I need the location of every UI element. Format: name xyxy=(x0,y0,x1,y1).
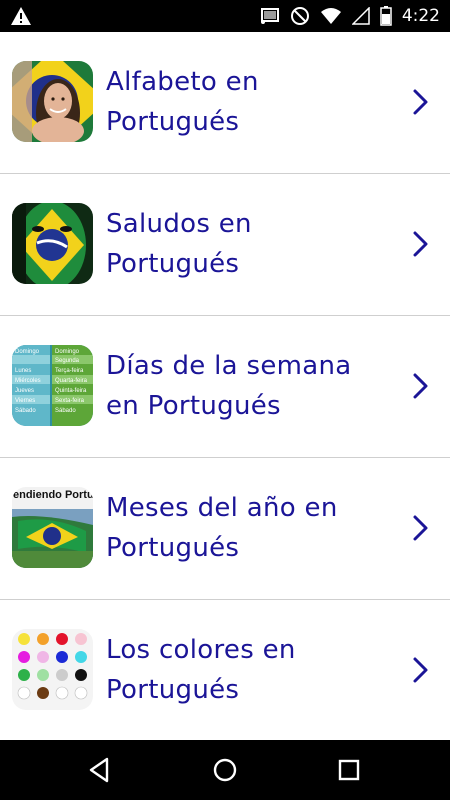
weekday-text: Quinta-feira xyxy=(55,388,87,394)
list-item-label: Los colores en Portugués xyxy=(106,635,296,705)
back-icon[interactable] xyxy=(82,752,118,788)
list-item-label: Meses del año en Portugués xyxy=(106,493,338,563)
weekday-text: Terça-feira xyxy=(55,368,84,374)
weekday-text: Jueves xyxy=(15,388,34,394)
navigation-bar xyxy=(0,740,450,800)
list-item-dias[interactable]: Domingo Lunes Miércoles Jueves Viernes S… xyxy=(0,316,450,458)
chevron-right-icon xyxy=(413,89,428,115)
home-icon[interactable] xyxy=(207,752,243,788)
list-item-label: Alfabeto en Portugués xyxy=(106,67,259,137)
weekday-text: Sexta-feira xyxy=(55,398,85,404)
weekday-text: Miércoles xyxy=(15,378,41,384)
weekday-text: Viernes xyxy=(15,398,35,404)
girl-brazil-flag-thumbnail xyxy=(12,61,93,142)
status-time: 4:22 xyxy=(401,6,440,26)
chevron-right-icon xyxy=(413,373,428,399)
list-item-label: Saludos en Portugués xyxy=(106,209,252,279)
recents-icon[interactable] xyxy=(331,752,367,788)
thumbnail-text: endiendo Portugu xyxy=(13,489,93,501)
list-item-label: Días de la semana en Portugués xyxy=(106,351,352,421)
weekday-text: Sábado xyxy=(55,408,76,414)
list-item-alfabeto[interactable]: Alfabeto en Portugués xyxy=(0,32,450,174)
weekdays-chart-thumbnail: Domingo Lunes Miércoles Jueves Viernes S… xyxy=(12,345,93,426)
weekday-text: Domingo xyxy=(15,349,40,355)
weekday-text: Lunes xyxy=(15,368,31,374)
list-item-colores[interactable]: Los colores en Portugués xyxy=(0,600,450,740)
lesson-list: Alfabeto en Portugués Saludos en Portugu… xyxy=(0,32,450,740)
status-bar: 4:22 xyxy=(0,0,450,32)
warning-icon xyxy=(11,7,31,25)
cast-icon xyxy=(260,8,279,24)
weekday-text: Segunda xyxy=(55,358,80,364)
signal-icon xyxy=(351,7,370,25)
chevron-right-icon xyxy=(413,657,428,683)
aprendiendo-portugues-thumbnail: endiendo Portugu xyxy=(12,487,93,568)
weekday-text: Domingo xyxy=(55,349,80,355)
wifi-icon xyxy=(320,8,341,24)
chevron-right-icon xyxy=(413,231,428,257)
list-item-meses[interactable]: endiendo Portugu Meses del año en Portug… xyxy=(0,458,450,600)
weekday-text: Sábado xyxy=(15,408,36,414)
list-item-saludos[interactable]: Saludos en Portugués xyxy=(0,174,450,316)
weekday-text: Quarta-feira xyxy=(55,378,88,384)
do-not-disturb-icon xyxy=(290,7,309,25)
battery-icon xyxy=(380,6,392,26)
color-palette-thumbnail xyxy=(12,629,93,710)
chevron-right-icon xyxy=(413,515,428,541)
face-painted-flag-thumbnail xyxy=(12,203,93,284)
